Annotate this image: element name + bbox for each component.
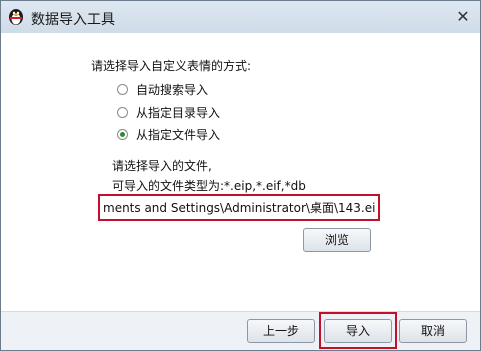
browse-button[interactable]: 浏览	[303, 228, 371, 252]
previous-button[interactable]: 上一步	[247, 319, 315, 343]
file-select-label: 请选择导入的文件,	[112, 159, 212, 173]
radio-button[interactable]	[117, 106, 128, 118]
radio-from-file[interactable]: 从指定文件导入	[117, 126, 220, 142]
radio-label: 从指定目录导入	[136, 105, 221, 120]
radio-label: 从指定文件导入	[136, 127, 221, 142]
radio-from-directory[interactable]: 从指定目录导入	[117, 104, 220, 120]
import-button-highlight	[319, 312, 397, 349]
radio-auto-search[interactable]: 自动搜索导入	[117, 81, 208, 97]
dialog-content: 请选择导入自定义表情的方式: 自动搜索导入 从指定目录导入 从指定文件导入 请选…	[1, 33, 480, 311]
radio-label: 自动搜索导入	[136, 82, 209, 97]
close-icon[interactable]: ✕	[453, 8, 473, 26]
import-method-prompt: 请选择导入自定义表情的方式:	[91, 59, 252, 73]
file-path-field-highlight	[98, 194, 380, 221]
window-title: 数据导入工具	[31, 12, 115, 28]
penguin-app-icon	[9, 9, 23, 25]
import-dialog: 数据导入工具 ✕ 请选择导入自定义表情的方式: 自动搜索导入 从指定目录导入 从…	[0, 0, 481, 351]
file-type-label: 可导入的文件类型为:*.eip,*.eif,*db	[112, 179, 306, 193]
title-bar[interactable]: 数据导入工具 ✕	[1, 1, 480, 33]
radio-button-checked[interactable]	[117, 128, 128, 140]
cancel-button[interactable]: 取消	[399, 319, 467, 343]
file-path-input[interactable]	[103, 199, 375, 216]
radio-button[interactable]	[117, 83, 128, 95]
